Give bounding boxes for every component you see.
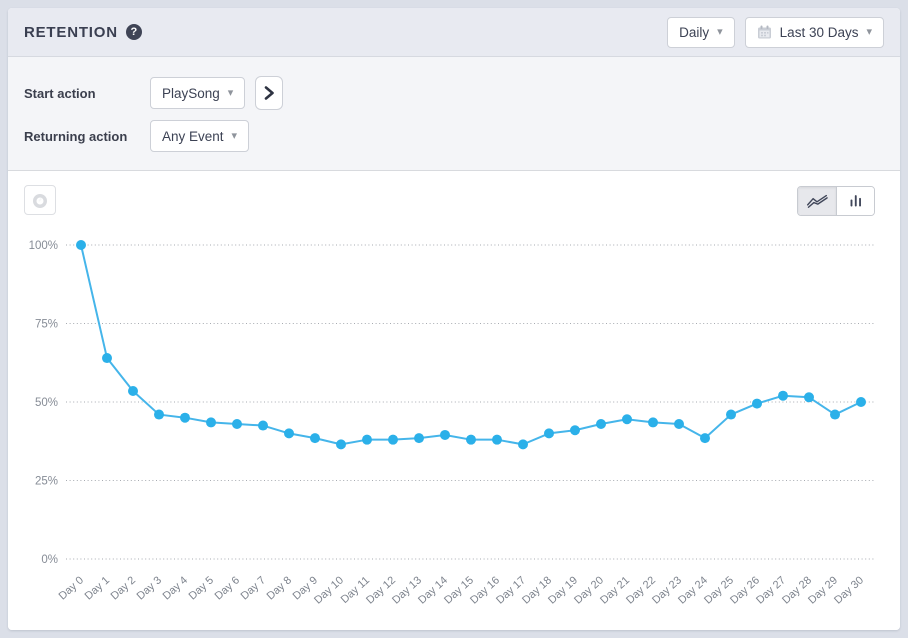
- returning-action-row: Returning action Any Event ▾: [24, 120, 884, 152]
- help-icon[interactable]: ?: [126, 24, 142, 40]
- data-point[interactable]: [674, 419, 684, 429]
- data-point[interactable]: [232, 419, 242, 429]
- chevron-down-icon: ▾: [232, 131, 238, 142]
- data-point[interactable]: [622, 414, 632, 424]
- x-axis-tick-label: Day 7: [239, 574, 268, 602]
- start-action-dropdown[interactable]: PlaySong ▾: [150, 77, 245, 109]
- y-axis-tick-label: 100%: [29, 240, 58, 252]
- data-point[interactable]: [570, 425, 580, 435]
- x-axis-tick-label: Day 30: [832, 574, 866, 606]
- chevron-down-icon: ▾: [717, 27, 723, 38]
- data-point[interactable]: [180, 413, 190, 423]
- start-action-label: Start action: [24, 86, 150, 101]
- x-axis-tick-label: Day 3: [135, 574, 164, 602]
- granularity-value: Daily: [679, 25, 709, 40]
- data-point[interactable]: [596, 419, 606, 429]
- date-range-value: Last 30 Days: [780, 25, 859, 40]
- retention-line-chart[interactable]: 100% 75% 50% 25% 0% Day 0Day 1Day 2Day 3Day 4…: [8, 171, 900, 629]
- data-point[interactable]: [102, 353, 112, 363]
- page-title: RETENTION: [24, 24, 118, 41]
- data-point[interactable]: [492, 435, 502, 445]
- data-point[interactable]: [544, 428, 554, 438]
- data-point[interactable]: [284, 428, 294, 438]
- data-point[interactable]: [440, 430, 450, 440]
- data-point[interactable]: [362, 435, 372, 445]
- granularity-dropdown[interactable]: Daily ▾: [667, 17, 735, 48]
- expand-start-action-button[interactable]: [255, 76, 283, 110]
- data-point[interactable]: [804, 392, 814, 402]
- data-point[interactable]: [154, 410, 164, 420]
- x-axis-tick-label: Day 4: [161, 574, 190, 602]
- widget-header: RETENTION ? Daily ▾ Last: [8, 8, 900, 57]
- x-axis-tick-label: Day 0: [57, 574, 86, 602]
- y-axis-tick-label: 50%: [35, 397, 58, 409]
- retention-widget: RETENTION ? Daily ▾ Last: [8, 8, 900, 630]
- action-config-section: Start action PlaySong ▾ Returning action…: [8, 57, 900, 171]
- data-point[interactable]: [76, 240, 86, 250]
- x-axis-tick-label: Day 10: [312, 574, 346, 606]
- start-action-row: Start action PlaySong ▾: [24, 76, 884, 110]
- data-point[interactable]: [128, 386, 138, 396]
- calendar-icon: [757, 25, 772, 39]
- data-point[interactable]: [518, 439, 528, 449]
- chevron-down-icon: ▾: [866, 27, 872, 38]
- x-axis-tick-label: Day 1: [83, 574, 112, 602]
- x-axis-tick-label: Day 8: [265, 574, 294, 602]
- data-point[interactable]: [258, 421, 268, 431]
- data-point[interactable]: [336, 439, 346, 449]
- data-point[interactable]: [778, 391, 788, 401]
- data-point[interactable]: [726, 410, 736, 420]
- data-point[interactable]: [830, 410, 840, 420]
- y-axis-tick-label: 0%: [41, 554, 58, 566]
- chart-panel: 100% 75% 50% 25% 0% Day 0Day 1Day 2Day 3Day 4…: [8, 171, 900, 630]
- data-point[interactable]: [206, 417, 216, 427]
- returning-action-value: Any Event: [162, 129, 224, 144]
- data-point[interactable]: [700, 433, 710, 443]
- y-axis-tick-label: 25%: [35, 476, 58, 488]
- start-action-value: PlaySong: [162, 86, 220, 101]
- chevron-down-icon: ▾: [228, 88, 234, 99]
- chevron-right-icon: [263, 85, 275, 101]
- data-point[interactable]: [752, 399, 762, 409]
- returning-action-label: Returning action: [24, 129, 150, 144]
- date-range-dropdown[interactable]: Last 30 Days ▾: [745, 17, 884, 48]
- data-point[interactable]: [466, 435, 476, 445]
- data-point[interactable]: [310, 433, 320, 443]
- retention-series-line: [81, 245, 861, 444]
- data-point[interactable]: [388, 435, 398, 445]
- x-axis-tick-label: Day 2: [109, 574, 138, 602]
- x-axis-tick-label: Day 6: [213, 574, 242, 602]
- data-point[interactable]: [856, 397, 866, 407]
- data-point[interactable]: [648, 417, 658, 427]
- y-axis-tick-label: 75%: [35, 319, 58, 331]
- x-axis-tick-label: Day 5: [187, 574, 216, 602]
- returning-action-dropdown[interactable]: Any Event ▾: [150, 120, 249, 152]
- data-point[interactable]: [414, 433, 424, 443]
